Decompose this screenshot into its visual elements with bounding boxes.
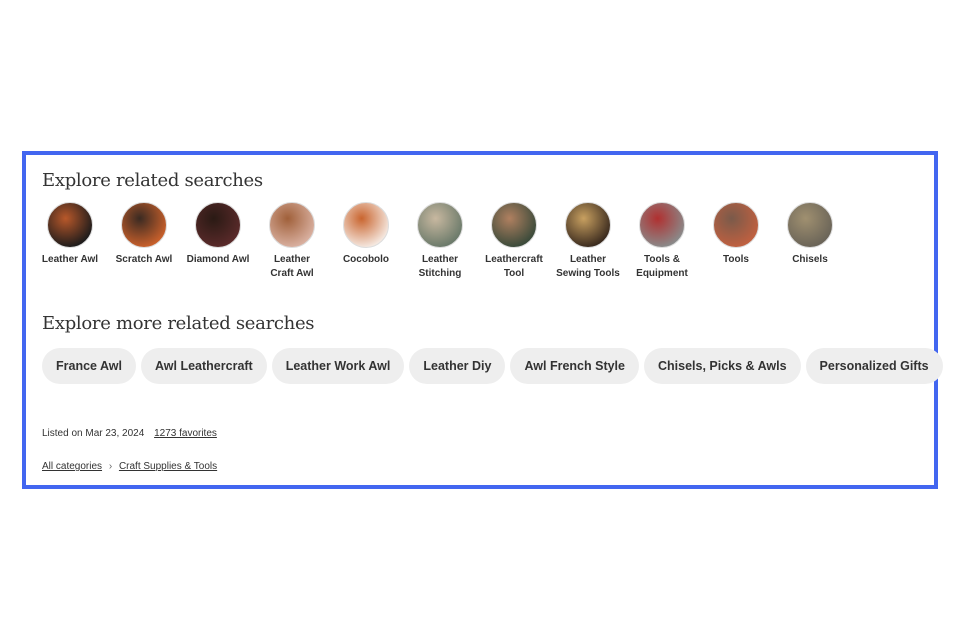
related-search-label: Leathercraft Tool	[485, 254, 543, 279]
more-related-searches-heading: Explore more related searches	[42, 313, 315, 334]
related-search-label: Leather Awl	[41, 254, 99, 265]
related-search-label: Scratch Awl	[115, 254, 173, 265]
related-search-item[interactable]: Scratch Awl	[107, 202, 181, 281]
related-search-pill[interactable]: France Awl	[42, 348, 136, 384]
related-search-item[interactable]: Tools & Equipment	[625, 202, 699, 281]
related-search-item[interactable]: Diamond Awl	[181, 202, 255, 281]
related-search-item[interactable]: Leather Sewing Tools	[551, 202, 625, 281]
related-search-thumbnail	[47, 202, 93, 248]
breadcrumb: All categories › Craft Supplies & Tools	[42, 461, 217, 472]
more-related-searches-list: France Awl Awl Leathercraft Leather Work A…	[42, 348, 943, 384]
related-search-thumbnail	[121, 202, 167, 248]
related-search-label: Tools & Equipment	[636, 254, 688, 279]
related-search-pill[interactable]: Leather Work Awl	[271, 348, 405, 384]
related-search-pill[interactable]: Personalized Gifts	[805, 348, 943, 384]
related-search-thumbnail	[639, 202, 685, 248]
related-search-label: Cocobolo	[342, 254, 390, 265]
related-search-label: Tools	[723, 254, 749, 265]
related-searches-list: Leather Awl Scratch Awl Diamond Awl Leather…	[33, 202, 847, 281]
chevron-right-icon: ›	[108, 461, 113, 472]
related-search-thumbnail	[343, 202, 389, 248]
related-search-label: Chisels	[792, 254, 828, 265]
related-search-item[interactable]: Leather Craft Awl	[255, 202, 329, 281]
related-search-pill[interactable]: Awl French Style	[510, 348, 639, 384]
breadcrumb-craft-supplies[interactable]: Craft Supplies & Tools	[119, 461, 217, 472]
related-search-pill[interactable]: Awl Leathercraft	[141, 348, 267, 384]
listing-meta: Listed on Mar 23, 2024 1273 favorites	[42, 428, 217, 439]
favorites-link[interactable]: 1273 favorites	[154, 428, 217, 439]
related-search-thumbnail	[269, 202, 315, 248]
related-search-item[interactable]: Leathercraft Tool	[477, 202, 551, 281]
related-search-item[interactable]: Leather Awl	[33, 202, 107, 281]
related-search-thumbnail	[491, 202, 537, 248]
related-search-thumbnail	[713, 202, 759, 248]
related-search-label: Leather Stitching	[418, 254, 462, 279]
related-search-thumbnail	[565, 202, 611, 248]
related-search-pill[interactable]: Chisels, Picks & Awls	[643, 348, 801, 384]
related-search-item[interactable]: Chisels	[773, 202, 847, 281]
related-search-label: Diamond Awl	[186, 254, 250, 265]
related-search-item[interactable]: Cocobolo	[329, 202, 403, 281]
related-search-item[interactable]: Leather Stitching	[403, 202, 477, 281]
related-search-label: Leather Craft Awl	[270, 254, 314, 279]
breadcrumb-all-categories[interactable]: All categories	[42, 461, 102, 472]
related-searches-heading: Explore related searches	[42, 170, 263, 191]
related-search-thumbnail	[195, 202, 241, 248]
related-search-thumbnail	[417, 202, 463, 248]
listed-date: Listed on Mar 23, 2024	[42, 428, 145, 439]
related-search-label: Leather Sewing Tools	[556, 254, 620, 279]
related-search-item[interactable]: Tools	[699, 202, 773, 281]
related-search-thumbnail	[787, 202, 833, 248]
related-search-pill[interactable]: Leather Diy	[409, 348, 506, 384]
